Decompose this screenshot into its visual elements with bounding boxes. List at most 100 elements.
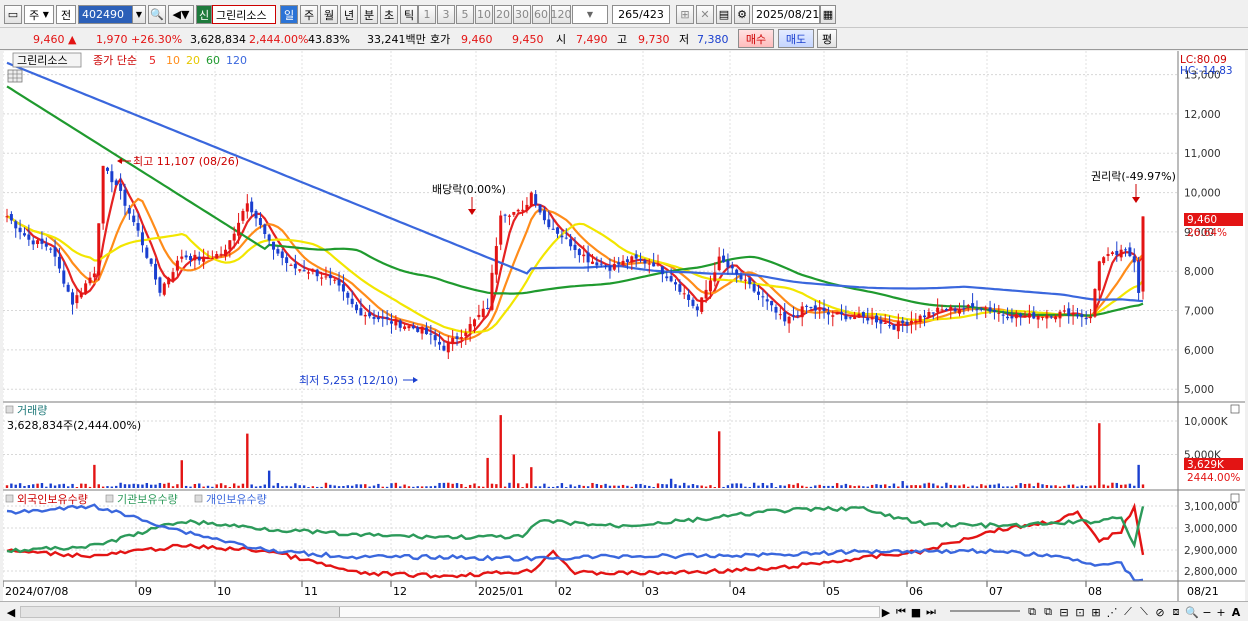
volume-bar [482,486,485,488]
horizontal-scrollbar[interactable] [20,606,880,618]
candle-body [1006,316,1010,319]
date-input[interactable]: 2025/08/21 [752,5,820,24]
holdings-series-inst[interactable]: 기관보유수량 [117,493,178,506]
candle-body [643,260,647,264]
volume-bar [757,485,760,488]
candle-body [691,299,695,306]
crosshair-icon[interactable]: ✕ [696,5,714,24]
market-select[interactable]: 주 ▼ [24,5,54,24]
zoom-icon[interactable]: 🔍 [1185,605,1199,619]
volume-bar [774,487,778,488]
legend-ma-10[interactable]: 10 [166,54,180,67]
period-button-5[interactable]: 초 [380,5,398,24]
candle-body [53,247,57,257]
holdings-series-foreign[interactable]: 외국인보유수량 [17,493,88,506]
period-button-3[interactable]: 년 [340,5,358,24]
zoom-in-icon[interactable]: + [1215,605,1227,619]
period-button-0[interactable]: 일 [280,5,298,24]
candle-body [1032,312,1036,319]
calendar-icon[interactable]: ▦ [820,5,836,24]
legend-ma-60[interactable]: 60 [206,54,220,67]
stop-icon[interactable]: ■ [910,605,922,619]
volume-bar [495,484,498,488]
print-icon[interactable]: ▤ [716,5,732,24]
tool-icon[interactable]: ⊟ [1057,605,1071,619]
buy-button[interactable]: 매수 [738,29,774,48]
interval-button-3[interactable]: 10 [475,5,493,24]
interval-button-2[interactable]: 5 [456,5,474,24]
legend-ma-120[interactable]: 120 [226,54,247,67]
tool-icon[interactable]: ⊞ [1089,605,1103,619]
last-page-icon[interactable]: ⏭ [924,605,938,619]
zoom-out-icon[interactable]: − [1201,605,1213,619]
volume-bar [154,484,157,488]
tool-icon[interactable]: ⧉ [1041,605,1055,619]
volume-bar [451,483,454,488]
search-icon[interactable]: 🔍 [148,5,166,24]
volume-bar [36,483,39,488]
font-size-icon[interactable]: A [1229,605,1243,619]
first-page-icon[interactable]: ⏮ [894,605,908,619]
volume-bar [433,485,437,488]
panel-toggle-icon[interactable] [5,405,14,414]
grid-icon[interactable]: ⊞ [676,5,694,24]
volume-bar [1080,485,1084,488]
chevron-down-icon[interactable]: ▼ [132,5,146,24]
period-button-6[interactable]: 틱 [400,5,418,24]
y-tick-label: 8,000 [1184,266,1214,278]
holdings-series-indiv[interactable]: 개인보유수량 [206,493,267,506]
x-axis-label: 12 [393,585,407,598]
high-label: 고 [617,33,628,46]
candle-body [57,256,61,269]
table-icon[interactable] [7,69,23,83]
candle-body [901,320,905,324]
interval-button-7[interactable]: 120 [551,5,571,24]
legend-ma-20[interactable]: 20 [186,54,200,67]
candle-body [503,214,507,216]
stock-name-field[interactable]: 그린리소스 [212,5,276,24]
scroll-right-icon[interactable]: ▶ [880,605,892,619]
legend-ma-5[interactable]: 5 [149,54,156,67]
period-dropdown[interactable]: ▼ [572,5,608,24]
page-counter[interactable]: 265/423 [612,5,670,24]
tool-icon[interactable]: ⊘ [1153,605,1167,619]
sell-button[interactable]: 매도 [778,29,814,48]
close-icon[interactable] [1230,493,1240,503]
close-icon[interactable] [1230,404,1240,414]
interval-button-4[interactable]: 20 [494,5,512,24]
eval-button[interactable]: 평 [817,29,837,48]
interval-button-6[interactable]: 60 [532,5,550,24]
candle-body [787,316,791,324]
gear-icon[interactable]: ⚙ [734,5,750,24]
window-menu-icon[interactable]: ▭ [4,5,22,24]
stock-code-input[interactable]: 402490 [78,5,138,24]
panel-toggle-icon[interactable] [5,494,14,503]
scrollbar-thumb[interactable] [339,607,879,617]
legend-stock-name[interactable]: 그린리소스 [17,54,68,67]
period-button-2[interactable]: 월 [320,5,338,24]
period-button-4[interactable]: 분 [360,5,378,24]
tool-icon[interactable]: ⧉ [1025,605,1039,619]
scroll-left-icon[interactable]: ◀ [4,605,18,619]
speaker-icon[interactable]: ◀▼ [168,5,194,24]
volume-bar [761,482,765,488]
tool-icon[interactable]: ⧈ [1169,605,1183,619]
candle-body [717,256,721,271]
tool-icon[interactable]: ⋰ [1105,605,1119,619]
zoom-slider[interactable] [950,610,1020,612]
volume-bar [136,484,140,488]
panel-toggle-icon[interactable] [105,494,114,503]
interval-button-5[interactable]: 30 [513,5,531,24]
tool-icon[interactable]: ⟋ [1121,605,1135,619]
panel-toggle-icon[interactable] [194,494,203,503]
stock-chart[interactable]: 13,00012,00011,00010,0009,0008,0007,0006… [3,51,1245,601]
period-button-1[interactable]: 주 [300,5,318,24]
interval-button-0[interactable]: 1 [418,5,436,24]
candle-body [739,275,743,280]
tool-icon[interactable]: ⟍ [1137,605,1151,619]
interval-button-1[interactable]: 3 [437,5,455,24]
candle-body [416,327,420,332]
scope-select[interactable]: 전 [56,5,76,24]
volume-bar [464,486,467,488]
tool-icon[interactable]: ⊡ [1073,605,1087,619]
